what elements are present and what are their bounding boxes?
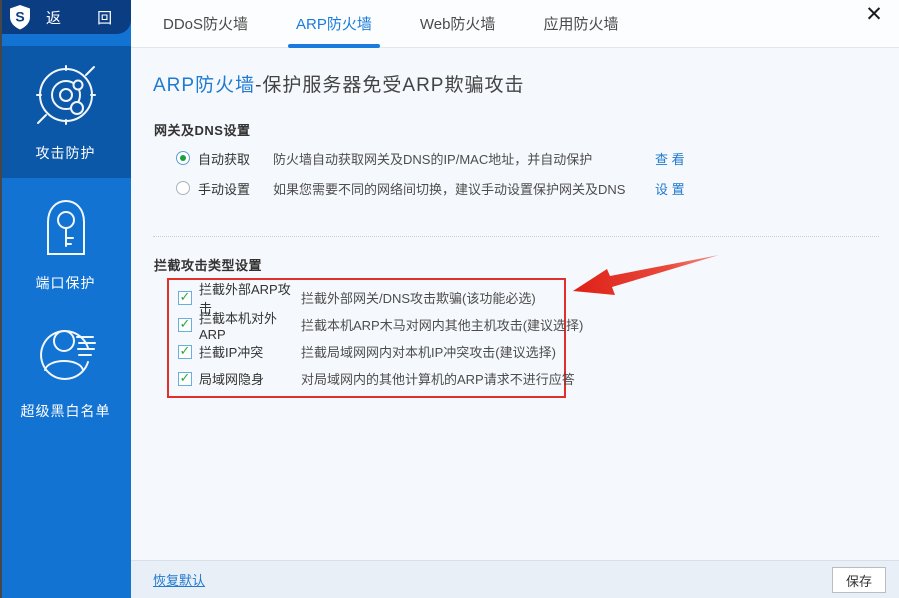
intercept-external-arp-checkbox[interactable]: ✓ xyxy=(178,291,192,305)
app-window: S 返 回 xyxy=(0,0,899,598)
close-icon[interactable]: ✕ xyxy=(861,2,887,28)
manual-setting-label: 手动设置 xyxy=(198,179,273,198)
tab-web-firewall[interactable]: Web防火墙 xyxy=(416,0,500,48)
page-title: ARP防火墙-保护服务器免受ARP欺骗攻击 xyxy=(153,70,524,97)
arp-firewall-panel: ARP防火墙-保护服务器免受ARP欺骗攻击 网关及DNS设置 自动获取 防火墙自… xyxy=(131,48,899,560)
intercept-external-arp-row: ✓ 拦截外部ARP攻击 拦截外部网关/DNS攻击欺骗(该功能必选) xyxy=(178,289,564,307)
checkbox-label: 局域网隐身 xyxy=(199,369,301,388)
tab-app-firewall[interactable]: 应用防火墙 xyxy=(539,0,622,48)
back-button[interactable]: 返 回 xyxy=(46,7,128,28)
restore-defaults-link[interactable]: 恢复默认 xyxy=(153,570,205,589)
radar-icon xyxy=(33,62,99,133)
view-link[interactable]: 查 看 xyxy=(655,149,685,168)
tab-arp-firewall[interactable]: ARP防火墙 xyxy=(292,0,376,48)
logo-letter: S xyxy=(15,9,24,25)
gateway-dns-section-heading: 网关及DNS设置 xyxy=(154,120,250,139)
setup-link[interactable]: 设 置 xyxy=(655,179,685,198)
key-shield-icon xyxy=(36,196,96,263)
manual-setting-description: 如果您需要不同的网络间切换，建议手动设置保护网关及DNS xyxy=(273,179,625,198)
intercept-local-outbound-arp-row: ✓ 拦截本机对外ARP 拦截本机ARP木马对网内其他主机攻击(建议选择) xyxy=(178,316,564,334)
checkbox-description: 对局域网内的其他计算机的ARP请求不进行应答 xyxy=(301,369,575,388)
window-edge xyxy=(0,0,2,598)
checkbox-label: 拦截本机对外ARP xyxy=(199,308,301,342)
lan-stealth-row: ✓ 局域网隐身 对局域网内的其他计算机的ARP请求不进行应答 xyxy=(178,370,564,388)
sidebar-item-label: 端口保护 xyxy=(36,273,96,293)
annotation-red-rectangle: ✓ 拦截外部ARP攻击 拦截外部网关/DNS攻击欺骗(该功能必选) ✓ 拦截本机… xyxy=(167,278,566,398)
page-title-rest: -保护服务器免受ARP欺骗攻击 xyxy=(255,75,524,96)
auto-acquire-option-row: 自动获取 防火墙自动获取网关及DNS的IP/MAC地址，并自动保护 查 看 xyxy=(131,149,899,167)
check-icon: ✓ xyxy=(180,290,191,303)
intercept-ip-conflict-row: ✓ 拦截IP冲突 拦截局域网网内对本机IP冲突攻击(建议选择) xyxy=(178,343,564,361)
app-logo-shield-icon: S xyxy=(8,4,32,30)
sidebar: S 返 回 xyxy=(0,0,131,598)
check-icon: ✓ xyxy=(180,317,191,330)
checkbox-description: 拦截本机ARP木马对网内其他主机攻击(建议选择) xyxy=(301,315,583,334)
sidebar-item-label: 超级黑白名单 xyxy=(21,401,111,421)
sidebar-menu: 攻击防护 端口保护 xyxy=(0,46,131,432)
firewall-tabbar: DDoS防火墙 ARP防火墙 Web防火墙 应用防火墙 ✕ xyxy=(131,0,899,48)
checkbox-description: 拦截局域网网内对本机IP冲突攻击(建议选择) xyxy=(301,342,556,361)
manual-setting-option-row: 手动设置 如果您需要不同的网络间切换，建议手动设置保护网关及DNS 设 置 xyxy=(131,179,899,197)
user-list-icon xyxy=(33,320,99,391)
intercept-type-section-heading: 拦截攻击类型设置 xyxy=(154,255,262,274)
sidebar-item-label: 攻击防护 xyxy=(36,143,96,163)
page-title-highlight: ARP防火墙 xyxy=(153,75,255,96)
intercept-local-outbound-arp-checkbox[interactable]: ✓ xyxy=(178,318,192,332)
check-icon: ✓ xyxy=(180,344,191,357)
auto-acquire-label: 自动获取 xyxy=(198,149,273,168)
lan-stealth-checkbox[interactable]: ✓ xyxy=(178,372,192,386)
footer-bar: 恢复默认 保存 xyxy=(131,560,899,598)
tab-ddos-firewall[interactable]: DDoS防火墙 xyxy=(159,0,252,48)
manual-setting-radio[interactable] xyxy=(176,181,190,195)
section-divider xyxy=(153,236,879,237)
sidebar-item-attack-protection[interactable]: 攻击防护 xyxy=(0,46,131,178)
auto-acquire-radio[interactable] xyxy=(176,151,190,165)
checkbox-label: 拦截IP冲突 xyxy=(199,342,301,361)
save-button[interactable]: 保存 xyxy=(832,567,886,593)
checkbox-description: 拦截外部网关/DNS攻击欺骗(该功能必选) xyxy=(301,288,536,307)
auto-acquire-description: 防火墙自动获取网关及DNS的IP/MAC地址，并自动保护 xyxy=(273,149,592,168)
intercept-ip-conflict-checkbox[interactable]: ✓ xyxy=(178,345,192,359)
check-icon: ✓ xyxy=(180,371,191,384)
sidebar-item-port-protection[interactable]: 端口保护 xyxy=(0,178,131,302)
sidebar-item-super-blackwhite-list[interactable]: 超级黑白名单 xyxy=(0,302,131,432)
app-header: S 返 回 xyxy=(0,0,131,34)
